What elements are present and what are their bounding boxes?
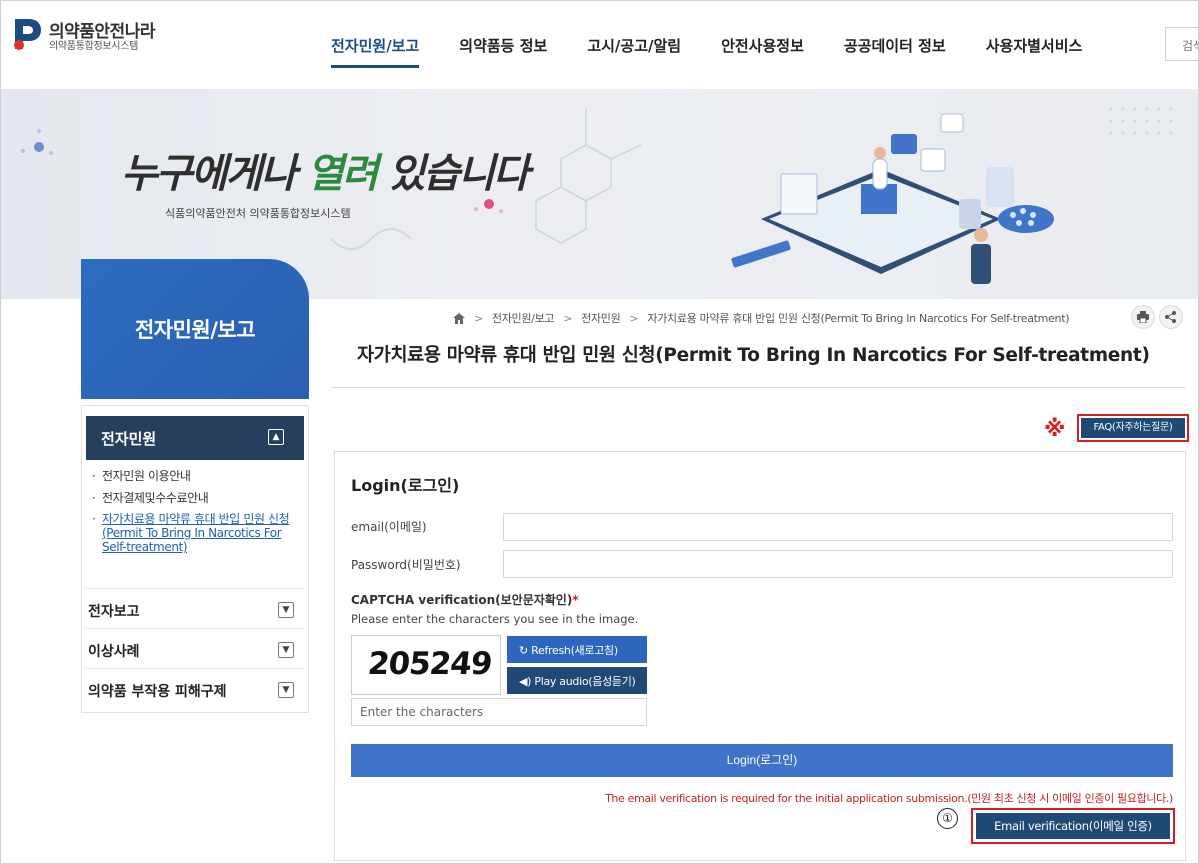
login-button[interactable]: Login(로그인) [351, 744, 1173, 777]
gnb-item-safe-use[interactable]: 안전사용정보 [721, 35, 804, 56]
share-icon[interactable] [1159, 305, 1183, 329]
home-icon[interactable] [453, 312, 465, 324]
banner-subtitle: 식품의약품안전처 의약품통합정보시스템 [165, 207, 351, 220]
search-input[interactable]: 검색 [1165, 27, 1198, 61]
sidebar-category-e-civil[interactable]: 전자민원 ▲ [86, 416, 304, 460]
email-verification-label: Email verification(이메일 인증) [976, 813, 1170, 839]
logo-subtitle: 의약품통합정보시스템 [49, 41, 139, 52]
refresh-icon: ↻ [519, 644, 528, 657]
email-label: email(이메일) [351, 520, 427, 534]
captcha-refresh-button[interactable]: ↻ Refresh(새로고침) [507, 636, 647, 663]
global-nav: 전자민원/보고 의약품등 정보 고시/공고/알림 안전사용정보 공공데이터 정보… [331, 35, 1122, 68]
captcha-input[interactable] [351, 698, 647, 726]
gnb-item-user-services[interactable]: 사용자별서비스 [986, 35, 1083, 56]
gnb-item-drug-info[interactable]: 의약품등 정보 [459, 35, 547, 56]
email-field[interactable] [503, 513, 1173, 541]
faq-button[interactable]: FAQ(자주하는질문) [1077, 414, 1189, 442]
gnb-item-civil-report[interactable]: 전자민원/보고 [331, 35, 420, 68]
breadcrumb-separator: > [629, 311, 639, 325]
slogan-part-a: 누구에게나 [121, 150, 307, 197]
speaker-icon: ◀) [519, 675, 532, 688]
sidebar-category-e-report[interactable]: 전자보고 ▼ [86, 588, 304, 628]
site-logo[interactable]: 의약품안전나라 의약품통합정보시스템 [11, 15, 211, 55]
sidebar-item-payment-guide[interactable]: 전자결제및수수료안내 [92, 490, 306, 506]
chevron-down-icon[interactable]: ▼ [278, 682, 294, 698]
breadcrumb-item[interactable]: 전자민원/보고 [492, 310, 555, 326]
audio-label: Play audio(음성듣기) [534, 675, 636, 688]
sidebar-heading: 전자민원/보고 [81, 259, 309, 399]
gnb-item-public-data[interactable]: 공공데이터 정보 [844, 35, 946, 56]
chevron-down-icon[interactable]: ▼ [278, 642, 294, 658]
logo-mark-icon [14, 19, 41, 50]
reference-mark: ※ [1044, 417, 1066, 442]
sidebar-item-usage-guide[interactable]: 전자민원 이용안내 [92, 468, 306, 484]
sidebar-category-label: 이상사례 [88, 644, 140, 660]
sidebar-category-label: 전자민원 [101, 430, 157, 448]
captcha-help: Please enter the characters you see in t… [351, 612, 639, 626]
site-header: 의약품안전나라 의약품통합정보시스템 전자민원/보고 의약품등 정보 고시/공고… [1, 1, 1198, 89]
sidebar-category-adverse-event[interactable]: 이상사례 ▼ [86, 628, 304, 668]
page-frame: 의약품안전나라 의약품통합정보시스템 전자민원/보고 의약품등 정보 고시/공고… [0, 0, 1199, 864]
captcha-code: 205249 [366, 646, 494, 682]
banner-slogan: 누구에게나 열려 있습니다 [121, 141, 530, 199]
step-marker: ① [937, 808, 958, 829]
captcha-image: 205249 [351, 635, 501, 695]
slogan-part-b: 열려 [306, 150, 379, 197]
chevron-up-icon[interactable]: ▲ [268, 429, 284, 445]
required-mark: * [572, 593, 579, 607]
email-verification-notice: The email verification is required for t… [605, 792, 1173, 805]
faq-button-label: FAQ(자주하는질문) [1081, 418, 1185, 438]
print-icon[interactable] [1131, 305, 1155, 329]
breadcrumb: > 전자민원/보고 > 전자민원 > 자가치료용 마약류 휴대 반입 민원 신청… [453, 310, 1070, 326]
breadcrumb-separator: > [474, 311, 483, 325]
page-title: 자가치료용 마약류 휴대 반입 민원 신청(Permit To Bring In… [357, 345, 1150, 366]
breadcrumb-item[interactable]: 전자민원 [581, 310, 621, 326]
password-label: Password(비밀번호) [351, 558, 461, 572]
sidebar-category-label: 전자보고 [88, 604, 140, 620]
gnb-item-notices[interactable]: 고시/공고/알림 [587, 35, 681, 56]
captcha-title-text: CAPTCHA verification(보안문자확인) [351, 593, 573, 607]
sidebar-category-relief[interactable]: 의약품 부작용 피해구제 ▼ [86, 668, 304, 708]
chevron-down-icon[interactable]: ▼ [278, 602, 294, 618]
captcha-title: CAPTCHA verification(보안문자확인)* [351, 591, 579, 608]
sidebar-sub-list: 전자민원 이용안내 전자결제및수수료안내 자가치료용 마약류 휴대 반입 민원 … [92, 468, 306, 560]
breadcrumb-item-current: 자가치료용 마약류 휴대 반입 민원 신청(Permit To Bring In… [647, 312, 1070, 325]
login-title: Login(로그인) [351, 476, 460, 495]
password-field[interactable] [503, 550, 1173, 578]
sidebar-category-label: 의약품 부작용 피해구제 [88, 684, 227, 700]
title-divider [331, 387, 1186, 388]
login-panel: Login(로그인) email(이메일) Password(비밀번호) CAP… [334, 451, 1186, 861]
sidebar-item-narcotics-permit[interactable]: 자가치료용 마약류 휴대 반입 민원 신청(Permit To Bring In… [92, 512, 306, 554]
slogan-part-c: 있습니다 [376, 150, 529, 197]
captcha-audio-button[interactable]: ◀) Play audio(음성듣기) [507, 667, 647, 694]
refresh-label: Refresh(새로고침) [531, 644, 618, 657]
sidebar-menu: 전자민원 ▲ 전자민원 이용안내 전자결제및수수료안내 자가치료용 마약류 휴대… [81, 405, 309, 713]
email-verification-button[interactable]: Email verification(이메일 인증) [971, 808, 1175, 844]
breadcrumb-separator: > [563, 311, 573, 325]
